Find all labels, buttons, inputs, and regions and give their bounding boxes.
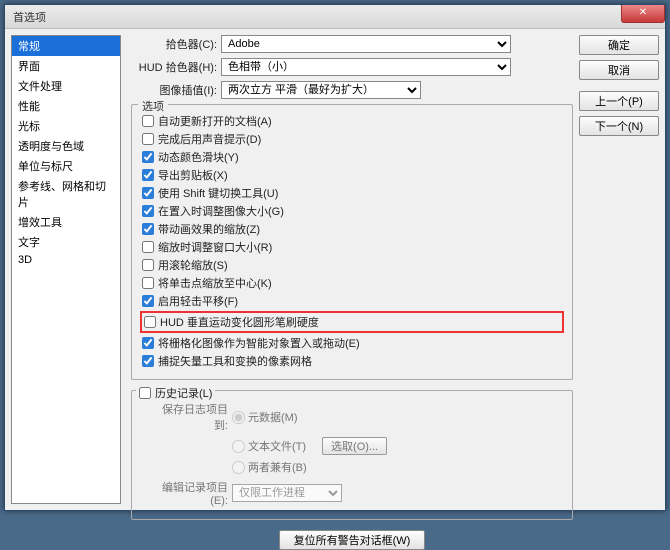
option-row-12[interactable]: 将栅格化图像作为智能对象置入或拖动(E) xyxy=(140,335,564,351)
option-label-13: 捕捉矢量工具和变换的像素网格 xyxy=(158,353,312,369)
history-edit-label: 编辑记录项目(E): xyxy=(148,479,232,507)
option-row-2[interactable]: 动态颜色滑块(Y) xyxy=(140,149,564,165)
option-label-9: 将单击点缩放至中心(K) xyxy=(158,275,272,291)
next-button[interactable]: 下一个(N) xyxy=(579,116,659,136)
option-row-11[interactable]: HUD 垂直运动变化圆形笔刷硬度 xyxy=(140,311,564,333)
select-hudpicker[interactable]: 色相带（小） xyxy=(221,58,511,76)
row-interp: 图像插值(I): 两次立方 平滑（最好为扩大） xyxy=(131,81,573,99)
option-checkbox-0[interactable] xyxy=(142,115,154,127)
select-interp[interactable]: 两次立方 平滑（最好为扩大） xyxy=(221,81,421,99)
sidebar-item-performance[interactable]: 性能 xyxy=(12,96,120,116)
option-checkbox-13[interactable] xyxy=(142,355,154,367)
radio-metadata[interactable]: 元数据(M) xyxy=(232,409,308,425)
option-label-7: 缩放时调整窗口大小(R) xyxy=(158,239,272,255)
select-editlog[interactable]: 仅限工作进程 xyxy=(232,484,342,502)
select-colorpicker[interactable]: Adobe xyxy=(221,35,511,53)
sidebar-item-plugins[interactable]: 增效工具 xyxy=(12,212,120,232)
prev-button[interactable]: 上一个(P) xyxy=(579,91,659,111)
option-label-3: 导出剪贴板(X) xyxy=(158,167,228,183)
option-checkbox-7[interactable] xyxy=(142,241,154,253)
option-label-5: 在置入时调整图像大小(G) xyxy=(158,203,284,219)
option-label-11: HUD 垂直运动变化圆形笔刷硬度 xyxy=(160,314,319,330)
sidebar-item-cursor[interactable]: 光标 xyxy=(12,116,120,136)
option-checkbox-4[interactable] xyxy=(142,187,154,199)
content: 常规 界面 文件处理 性能 光标 透明度与色域 单位与标尺 参考线、网格和切片 … xyxy=(5,29,665,510)
history-legend-check[interactable]: 历史记录(L) xyxy=(136,385,215,401)
option-checkbox-8[interactable] xyxy=(142,259,154,271)
history-r2-row: 文本文件(T) 选取(O)... xyxy=(148,437,564,455)
ok-button[interactable]: 确定 xyxy=(579,35,659,55)
reset-warnings-button[interactable]: 复位所有警告对话框(W) xyxy=(279,530,426,550)
option-row-5[interactable]: 在置入时调整图像大小(G) xyxy=(140,203,564,219)
sidebar-item-text[interactable]: 文字 xyxy=(12,232,120,252)
sidebar-item-interface[interactable]: 界面 xyxy=(12,56,120,76)
option-row-10[interactable]: 启用轻击平移(F) xyxy=(140,293,564,309)
label-interp: 图像插值(I): xyxy=(131,82,221,98)
cancel-button[interactable]: 取消 xyxy=(579,60,659,80)
option-checkbox-1[interactable] xyxy=(142,133,154,145)
option-checkbox-11[interactable] xyxy=(144,316,156,328)
option-row-3[interactable]: 导出剪贴板(X) xyxy=(140,167,564,183)
button-column: 确定 取消 上一个(P) 下一个(N) xyxy=(573,35,659,504)
option-row-6[interactable]: 带动画效果的缩放(Z) xyxy=(140,221,564,237)
option-row-7[interactable]: 缩放时调整窗口大小(R) xyxy=(140,239,564,255)
option-checkbox-9[interactable] xyxy=(142,277,154,289)
option-label-2: 动态颜色滑块(Y) xyxy=(158,149,239,165)
sidebar-item-units[interactable]: 单位与标尺 xyxy=(12,156,120,176)
history-fieldset: 历史记录(L) 保存日志项目到: 元数据(M) 文本文件(T) 选取(O)...… xyxy=(131,390,573,520)
options-fieldset: 选项 自动更新打开的文档(A)完成后用声音提示(D)动态颜色滑块(Y)导出剪贴板… xyxy=(131,104,573,380)
form-area: 拾色器(C): Adobe HUD 拾色器(H): 色相带（小） 图像插值(I)… xyxy=(131,35,573,504)
main-panel: 拾色器(C): Adobe HUD 拾色器(H): 色相带（小） 图像插值(I)… xyxy=(121,29,665,510)
sidebar-item-general[interactable]: 常规 xyxy=(12,36,120,56)
choose-button[interactable]: 选取(O)... xyxy=(322,437,387,455)
option-row-1[interactable]: 完成后用声音提示(D) xyxy=(140,131,564,147)
preferences-window: 首选项 ✕ 常规 界面 文件处理 性能 光标 透明度与色域 单位与标尺 参考线、… xyxy=(4,4,666,511)
history-checkbox-label: 历史记录(L) xyxy=(155,385,212,401)
option-row-4[interactable]: 使用 Shift 键切换工具(U) xyxy=(140,185,564,201)
option-row-0[interactable]: 自动更新打开的文档(A) xyxy=(140,113,564,129)
row-hudpicker: HUD 拾色器(H): 色相带（小） xyxy=(131,58,573,76)
option-label-1: 完成后用声音提示(D) xyxy=(158,131,261,147)
radio-textfile[interactable]: 文本文件(T) xyxy=(232,438,316,454)
option-checkbox-3[interactable] xyxy=(142,169,154,181)
titlebar: 首选项 ✕ xyxy=(5,5,665,29)
history-edit-row: 编辑记录项目(E): 仅限工作进程 xyxy=(148,479,564,507)
history-save-label: 保存日志项目到: xyxy=(148,401,232,433)
option-checkbox-2[interactable] xyxy=(142,151,154,163)
sidebar-item-filehandling[interactable]: 文件处理 xyxy=(12,76,120,96)
sidebar-item-guides[interactable]: 参考线、网格和切片 xyxy=(12,176,120,212)
label-colorpicker: 拾色器(C): xyxy=(131,36,221,52)
history-save-row: 保存日志项目到: 元数据(M) xyxy=(148,401,564,433)
sidebar-item-transparency[interactable]: 透明度与色域 xyxy=(12,136,120,156)
window-title: 首选项 xyxy=(13,9,46,25)
options-legend: 选项 xyxy=(138,98,168,114)
option-label-10: 启用轻击平移(F) xyxy=(158,293,238,309)
option-label-6: 带动画效果的缩放(Z) xyxy=(158,221,260,237)
option-row-8[interactable]: 用滚轮缩放(S) xyxy=(140,257,564,273)
history-r3-row: 两者兼有(B) xyxy=(148,459,564,475)
option-label-0: 自动更新打开的文档(A) xyxy=(158,113,272,129)
history-checkbox[interactable] xyxy=(139,387,151,399)
sidebar-item-3d[interactable]: 3D xyxy=(12,252,120,268)
option-checkbox-12[interactable] xyxy=(142,337,154,349)
option-label-12: 将栅格化图像作为智能对象置入或拖动(E) xyxy=(158,335,360,351)
sidebar: 常规 界面 文件处理 性能 光标 透明度与色域 单位与标尺 参考线、网格和切片 … xyxy=(11,35,121,504)
option-checkbox-5[interactable] xyxy=(142,205,154,217)
option-checkbox-10[interactable] xyxy=(142,295,154,307)
option-label-4: 使用 Shift 键切换工具(U) xyxy=(158,185,278,201)
radio-both[interactable]: 两者兼有(B) xyxy=(232,459,317,475)
label-hudpicker: HUD 拾色器(H): xyxy=(131,59,221,75)
close-button[interactable]: ✕ xyxy=(621,5,665,23)
option-checkbox-6[interactable] xyxy=(142,223,154,235)
option-label-8: 用滚轮缩放(S) xyxy=(158,257,228,273)
option-row-9[interactable]: 将单击点缩放至中心(K) xyxy=(140,275,564,291)
row-colorpicker: 拾色器(C): Adobe xyxy=(131,35,573,53)
option-row-13[interactable]: 捕捉矢量工具和变换的像素网格 xyxy=(140,353,564,369)
